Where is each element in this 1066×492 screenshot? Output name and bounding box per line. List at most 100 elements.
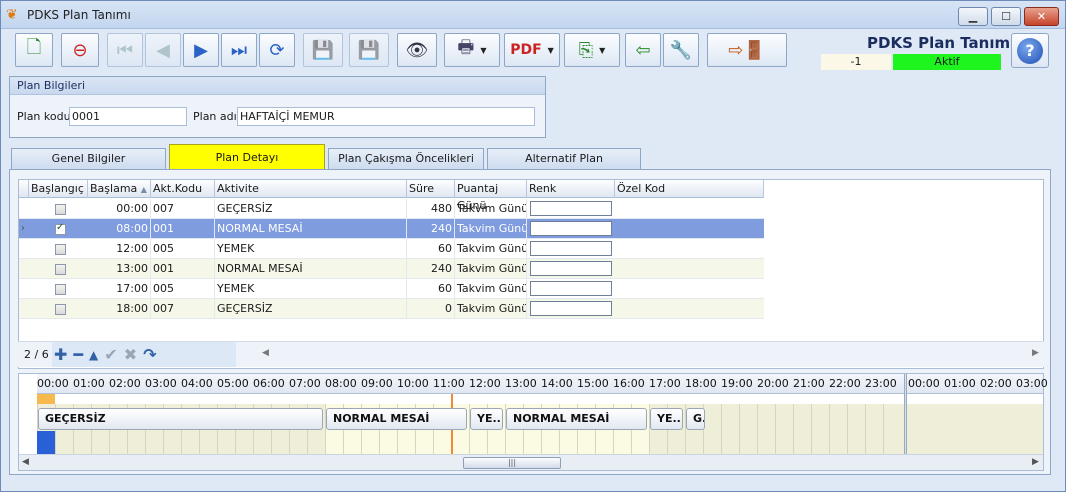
- move-up-icon[interactable]: ▲: [89, 348, 98, 362]
- cell-activity[interactable]: YEMEK: [215, 279, 407, 299]
- timeline-activity-block[interactable]: YE...: [470, 408, 503, 430]
- cell-day[interactable]: Takvim Günü: [455, 259, 527, 279]
- cell-time[interactable]: 18:00: [88, 299, 151, 319]
- timeline-day-splitter[interactable]: [904, 374, 907, 454]
- append-icon[interactable]: ✚: [54, 345, 67, 364]
- table-row[interactable]: 13:00 001 NORMAL MESAİ 240 Takvim Günü: [19, 259, 764, 279]
- next-record-button[interactable]: ▶: [183, 33, 219, 67]
- start-checkbox[interactable]: [55, 264, 66, 275]
- cell-dur[interactable]: 480: [407, 199, 455, 219]
- remove-icon[interactable]: ━: [73, 345, 83, 364]
- color-picker[interactable]: [530, 281, 612, 296]
- prev-record-button[interactable]: ◀: [145, 33, 181, 67]
- scrollbar-thumb[interactable]: |||: [463, 457, 561, 469]
- cell-day[interactable]: Takvim Günü: [455, 299, 527, 319]
- print-button[interactable]: 🖶 ▼: [444, 33, 500, 67]
- cell-code[interactable]: 007: [151, 299, 215, 319]
- cell-dur[interactable]: 60: [407, 239, 455, 259]
- cancel-icon[interactable]: ✖: [124, 345, 137, 364]
- import-button[interactable]: ⇦: [625, 33, 661, 67]
- confirm-icon[interactable]: ✔: [104, 345, 117, 364]
- color-picker[interactable]: [530, 261, 612, 276]
- cell-code[interactable]: 007: [151, 199, 215, 219]
- color-picker[interactable]: [530, 241, 612, 256]
- cell-activity[interactable]: NORMAL MESAİ: [215, 219, 407, 239]
- cell-time[interactable]: 17:00: [88, 279, 151, 299]
- color-picker[interactable]: [530, 201, 612, 216]
- scroll-left-icon[interactable]: ◀: [22, 457, 29, 467]
- column-header-duration[interactable]: Süre: [407, 180, 455, 198]
- start-checkbox[interactable]: [55, 284, 66, 295]
- cell-dur[interactable]: 60: [407, 279, 455, 299]
- color-picker[interactable]: [530, 301, 612, 316]
- tab-alternative-plan[interactable]: Alternatif Plan: [487, 148, 641, 169]
- minimize-button[interactable]: ▁: [958, 7, 988, 26]
- start-checkbox[interactable]: [55, 244, 66, 255]
- start-checkbox[interactable]: [55, 204, 66, 215]
- column-header-activity[interactable]: Aktivite: [215, 180, 407, 198]
- column-header-time[interactable]: Başlama ▲: [88, 180, 151, 198]
- tools-button[interactable]: 🔧: [663, 33, 699, 67]
- cell-dur[interactable]: 240: [407, 259, 455, 279]
- cell-day[interactable]: Takvim Günü: [455, 219, 527, 239]
- cell-time[interactable]: 08:00: [88, 219, 151, 239]
- cell-day[interactable]: Takvim Günü: [455, 239, 527, 259]
- timeline-activity-block[interactable]: NORMAL MESAİ: [326, 408, 467, 430]
- start-checkbox[interactable]: [55, 304, 66, 315]
- color-picker[interactable]: [530, 221, 612, 236]
- timeline-activity-block[interactable]: G.: [686, 408, 705, 430]
- cell-code[interactable]: 005: [151, 239, 215, 259]
- first-record-button[interactable]: ⏮: [107, 33, 143, 67]
- last-record-button[interactable]: ⏭: [221, 33, 257, 67]
- save-cancel-button[interactable]: 💾: [349, 33, 389, 67]
- timeline-activity-block[interactable]: GEÇERSİZ: [38, 408, 323, 430]
- tab-plan-detail[interactable]: Plan Detayı: [169, 144, 325, 170]
- table-row[interactable]: 18:00 007 GEÇERSİZ 0 Takvim Günü: [19, 299, 764, 319]
- maximize-button[interactable]: ☐: [991, 7, 1021, 26]
- cell-activity[interactable]: GEÇERSİZ: [215, 299, 407, 319]
- timeline-activity-block[interactable]: NORMAL MESAİ: [506, 408, 647, 430]
- column-header-code[interactable]: Akt.Kodu: [151, 180, 215, 198]
- start-checkbox[interactable]: [55, 222, 66, 235]
- redo-icon[interactable]: ↷: [143, 345, 156, 364]
- cell-time[interactable]: 13:00: [88, 259, 151, 279]
- close-button[interactable]: ✕: [1024, 7, 1059, 26]
- cell-activity[interactable]: NORMAL MESAİ: [215, 259, 407, 279]
- table-row[interactable]: 17:00 005 YEMEK 60 Takvim Günü: [19, 279, 764, 299]
- column-header-day[interactable]: Puantaj Günü: [455, 180, 527, 212]
- tab-general-info[interactable]: Genel Bilgiler: [11, 148, 166, 169]
- timeline-scrollbar[interactable]: ◀ ||| ▶: [19, 454, 1043, 470]
- tab-plan-conflict-priority[interactable]: Plan Çakışma Öncelikleri: [328, 148, 484, 169]
- cell-day[interactable]: Takvim Günü: [455, 279, 527, 299]
- cell-activity[interactable]: GEÇERSİZ: [215, 199, 407, 219]
- preview-button[interactable]: 👁: [397, 33, 437, 67]
- scroll-right-icon[interactable]: ▶: [1032, 457, 1039, 467]
- cell-dur[interactable]: 0: [407, 299, 455, 319]
- table-row[interactable]: 00:00 007 GEÇERSİZ 480 Takvim Günü: [19, 199, 764, 219]
- delete-button[interactable]: ⊖: [61, 33, 99, 67]
- column-header-color[interactable]: Renk: [527, 180, 615, 198]
- help-button[interactable]: ?: [1011, 33, 1049, 68]
- timeline-activity-block[interactable]: YE...: [650, 408, 683, 430]
- cell-activity[interactable]: YEMEK: [215, 239, 407, 259]
- cell-time[interactable]: 00:00: [88, 199, 151, 219]
- exit-button[interactable]: ⇨🚪: [707, 33, 787, 67]
- new-button[interactable]: 🗋: [15, 33, 53, 67]
- cell-dur[interactable]: 240: [407, 219, 455, 239]
- cell-code[interactable]: 005: [151, 279, 215, 299]
- scroll-left-icon[interactable]: ◀: [262, 348, 269, 358]
- copy-button[interactable]: ⎘ ▼: [564, 33, 620, 67]
- cell-time[interactable]: 12:00: [88, 239, 151, 259]
- column-header-special-code[interactable]: Özel Kod: [615, 180, 764, 198]
- save-button[interactable]: 💾: [303, 33, 343, 67]
- cell-code[interactable]: 001: [151, 259, 215, 279]
- pdf-export-button[interactable]: PDF ▼: [504, 33, 560, 67]
- cell-code[interactable]: 001: [151, 219, 215, 239]
- refresh-button[interactable]: ⟳: [259, 33, 295, 67]
- scroll-right-icon[interactable]: ▶: [1032, 348, 1039, 358]
- table-row[interactable]: 12:00 005 YEMEK 60 Takvim Günü: [19, 239, 764, 259]
- column-header-start[interactable]: Başlangıç: [29, 180, 88, 198]
- plan-code-input[interactable]: 0001: [69, 107, 187, 126]
- table-row[interactable]: › 08:00001NORMAL MESAİ240Takvim Günü: [19, 219, 764, 239]
- plan-name-input[interactable]: HAFTAİÇİ MEMUR: [237, 107, 535, 126]
